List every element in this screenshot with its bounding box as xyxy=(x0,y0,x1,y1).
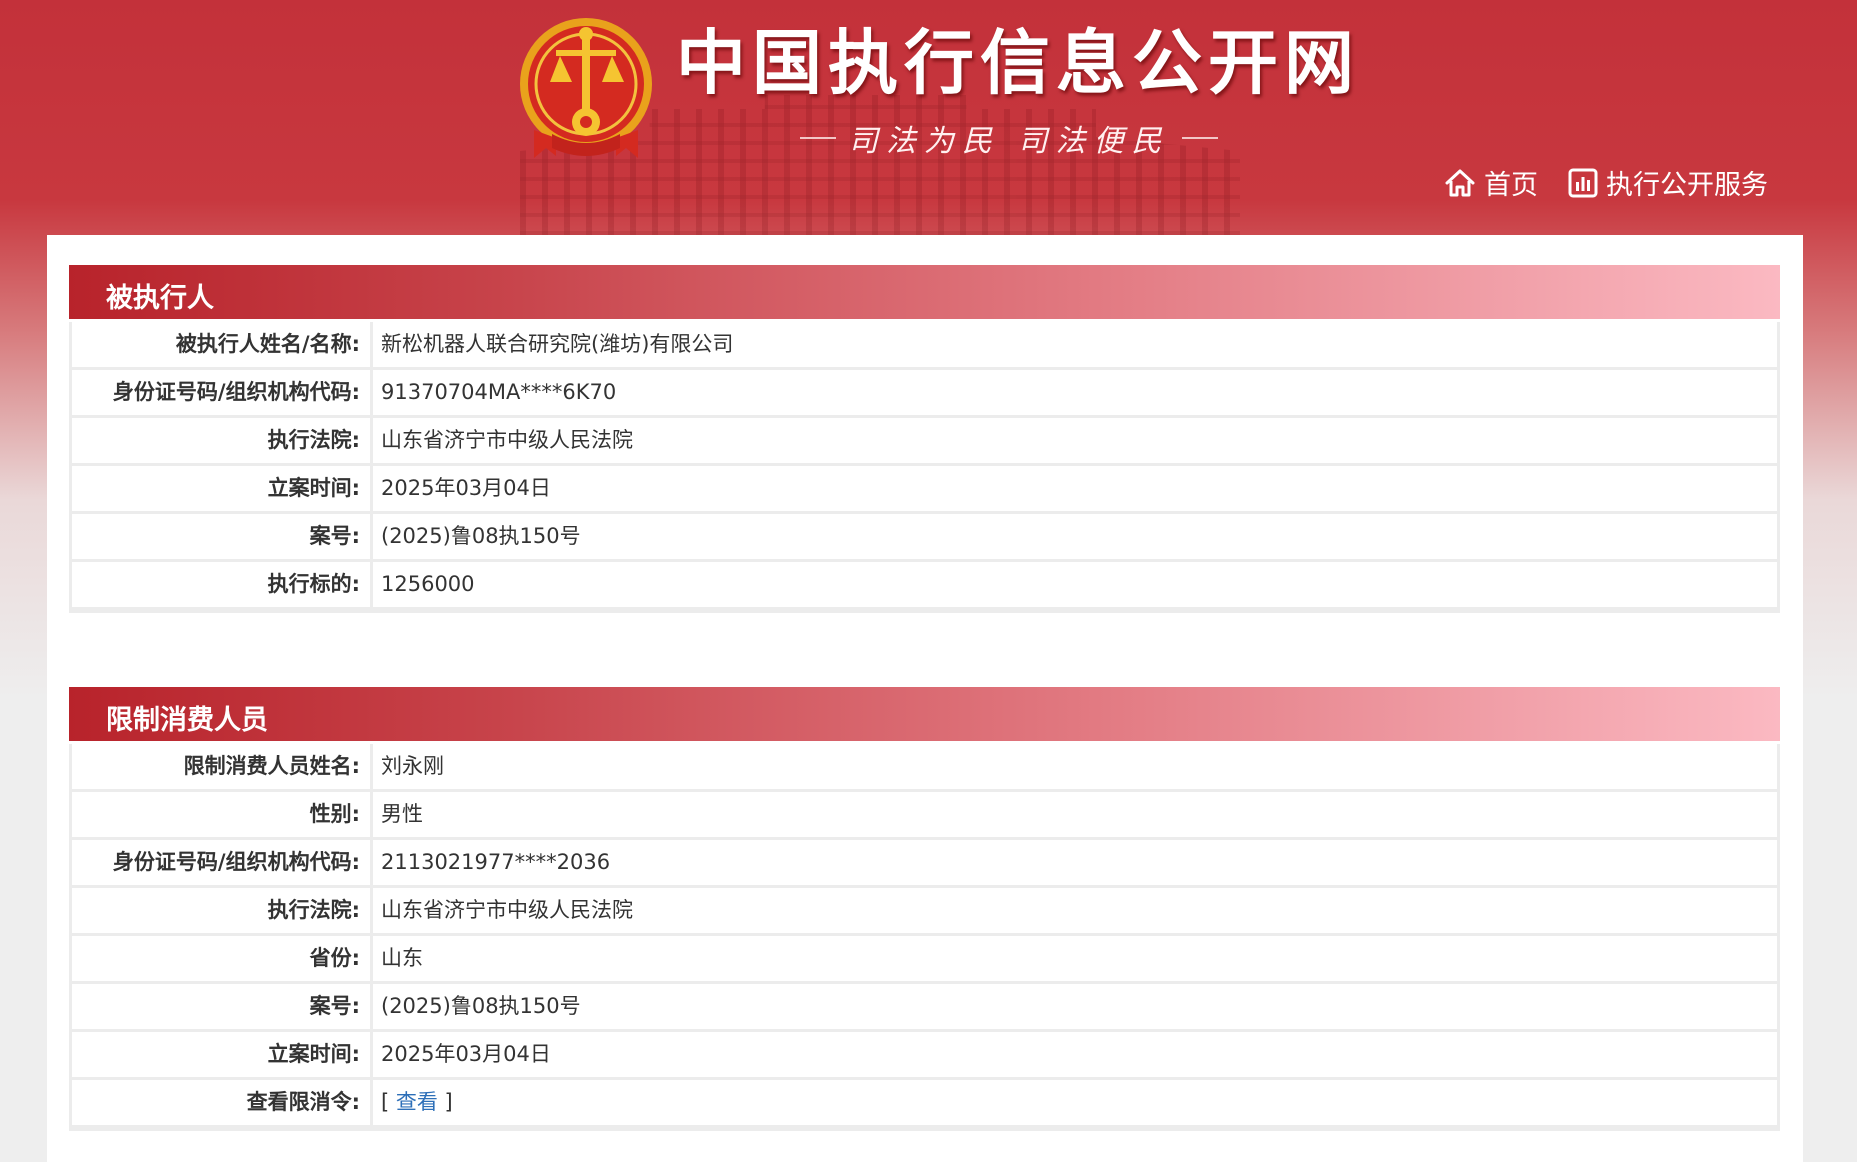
main-panel: 被执行人 被执行人姓名/名称: 新松机器人联合研究院(潍坊)有限公司 身份证号码… xyxy=(47,235,1803,1162)
nav-home[interactable]: 首页 xyxy=(1444,163,1538,202)
row-label: 案号: xyxy=(72,514,370,559)
table-row: 身份证号码/组织机构代码: 2113021977****2036 xyxy=(72,840,1777,885)
row-label: 身份证号码/组织机构代码: xyxy=(72,370,370,415)
row-value: 山东省济宁市中级人民法院 xyxy=(373,888,1777,933)
section-title: 限制消费人员 xyxy=(106,705,268,736)
row-value: 山东 xyxy=(373,936,1777,981)
info-table: 被执行人姓名/名称: 新松机器人联合研究院(潍坊)有限公司 身份证号码/组织机构… xyxy=(69,322,1780,613)
row-label: 查看限消令: xyxy=(72,1080,370,1125)
table-row: 限制消费人员姓名: 刘永刚 xyxy=(72,744,1777,789)
table-row: 身份证号码/组织机构代码: 91370704MA****6K70 xyxy=(72,370,1777,415)
row-value: 1256000 xyxy=(373,562,1777,607)
row-label: 案号: xyxy=(72,984,370,1029)
nav-home-label: 首页 xyxy=(1484,170,1538,201)
site-header: 中国执行信息公开网 司法为民 司法便民 首页 执行公开服务 xyxy=(0,0,1857,235)
view-restriction-order-link[interactable]: 查看 xyxy=(396,1090,438,1114)
table-bottom-border xyxy=(72,1125,1777,1128)
table-row: 执行法院: 山东省济宁市中级人民法院 xyxy=(72,888,1777,933)
table-bottom-border xyxy=(72,607,1777,610)
table-row: 被执行人姓名/名称: 新松机器人联合研究院(潍坊)有限公司 xyxy=(72,322,1777,367)
row-value: (2025)鲁08执150号 xyxy=(373,514,1777,559)
table-row: 案号: (2025)鲁08执150号 xyxy=(72,514,1777,559)
row-value: 新松机器人联合研究院(潍坊)有限公司 xyxy=(373,322,1777,367)
row-value: 山东省济宁市中级人民法院 xyxy=(373,418,1777,463)
row-label: 被执行人姓名/名称: xyxy=(72,322,370,367)
slogan-text: 司法为民 司法便民 xyxy=(848,124,1170,159)
site-title: 中国执行信息公开网 xyxy=(676,22,1360,104)
table-row: 案号: (2025)鲁08执150号 xyxy=(72,984,1777,1029)
bracket-close: ] xyxy=(437,1090,453,1114)
home-icon xyxy=(1445,169,1475,196)
row-value: 2025年03月04日 xyxy=(373,1032,1777,1077)
table-row: 查看限消令: [ 查看 ] xyxy=(72,1080,1777,1125)
row-label: 性别: xyxy=(72,792,370,837)
row-label: 执行法院: xyxy=(72,888,370,933)
table-row: 执行法院: 山东省济宁市中级人民法院 xyxy=(72,418,1777,463)
nav-execution-service-label: 执行公开服务 xyxy=(1606,170,1768,201)
table-row: 立案时间: 2025年03月04日 xyxy=(72,1032,1777,1077)
row-value: (2025)鲁08执150号 xyxy=(373,984,1777,1029)
info-table: 限制消费人员姓名: 刘永刚 性别: 男性 身份证号码/组织机构代码: 21130… xyxy=(69,744,1780,1131)
section-header: 被执行人 xyxy=(69,265,1780,319)
section-consumption-restricted: 限制消费人员 限制消费人员姓名: 刘永刚 性别: 男性 身份证号码/组织机构代码… xyxy=(69,687,1780,1131)
row-label: 执行法院: xyxy=(72,418,370,463)
row-value: 2113021977****2036 xyxy=(373,840,1777,885)
top-nav: 首页 执行公开服务 xyxy=(1444,163,1798,202)
nav-execution-service[interactable]: 执行公开服务 xyxy=(1568,163,1768,202)
bracket-open: [ xyxy=(381,1090,396,1114)
section-judgment-debtor: 被执行人 被执行人姓名/名称: 新松机器人联合研究院(潍坊)有限公司 身份证号码… xyxy=(69,265,1780,613)
row-label: 省份: xyxy=(72,936,370,981)
table-row: 执行标的: 1256000 xyxy=(72,562,1777,607)
row-label: 立案时间: xyxy=(72,1032,370,1077)
section-header: 限制消费人员 xyxy=(69,687,1780,741)
row-value: [ 查看 ] xyxy=(373,1080,1777,1125)
row-label: 执行标的: xyxy=(72,562,370,607)
row-value: 2025年03月04日 xyxy=(373,466,1777,511)
chart-icon xyxy=(1568,168,1598,197)
table-row: 性别: 男性 xyxy=(72,792,1777,837)
section-title: 被执行人 xyxy=(106,283,214,314)
row-label: 限制消费人员姓名: xyxy=(72,744,370,789)
slogan-divider-right xyxy=(1181,137,1218,139)
row-label: 立案时间: xyxy=(72,466,370,511)
row-value: 男性 xyxy=(373,792,1777,837)
row-label: 身份证号码/组织机构代码: xyxy=(72,840,370,885)
row-value: 91370704MA****6K70 xyxy=(373,370,1777,415)
table-row: 省份: 山东 xyxy=(72,936,1777,981)
court-emblem-icon xyxy=(520,18,652,158)
row-value: 刘永刚 xyxy=(373,744,1777,789)
table-row: 立案时间: 2025年03月04日 xyxy=(72,466,1777,511)
slogan-divider-left xyxy=(800,137,836,139)
site-slogan: 司法为民 司法便民 xyxy=(800,118,1218,159)
